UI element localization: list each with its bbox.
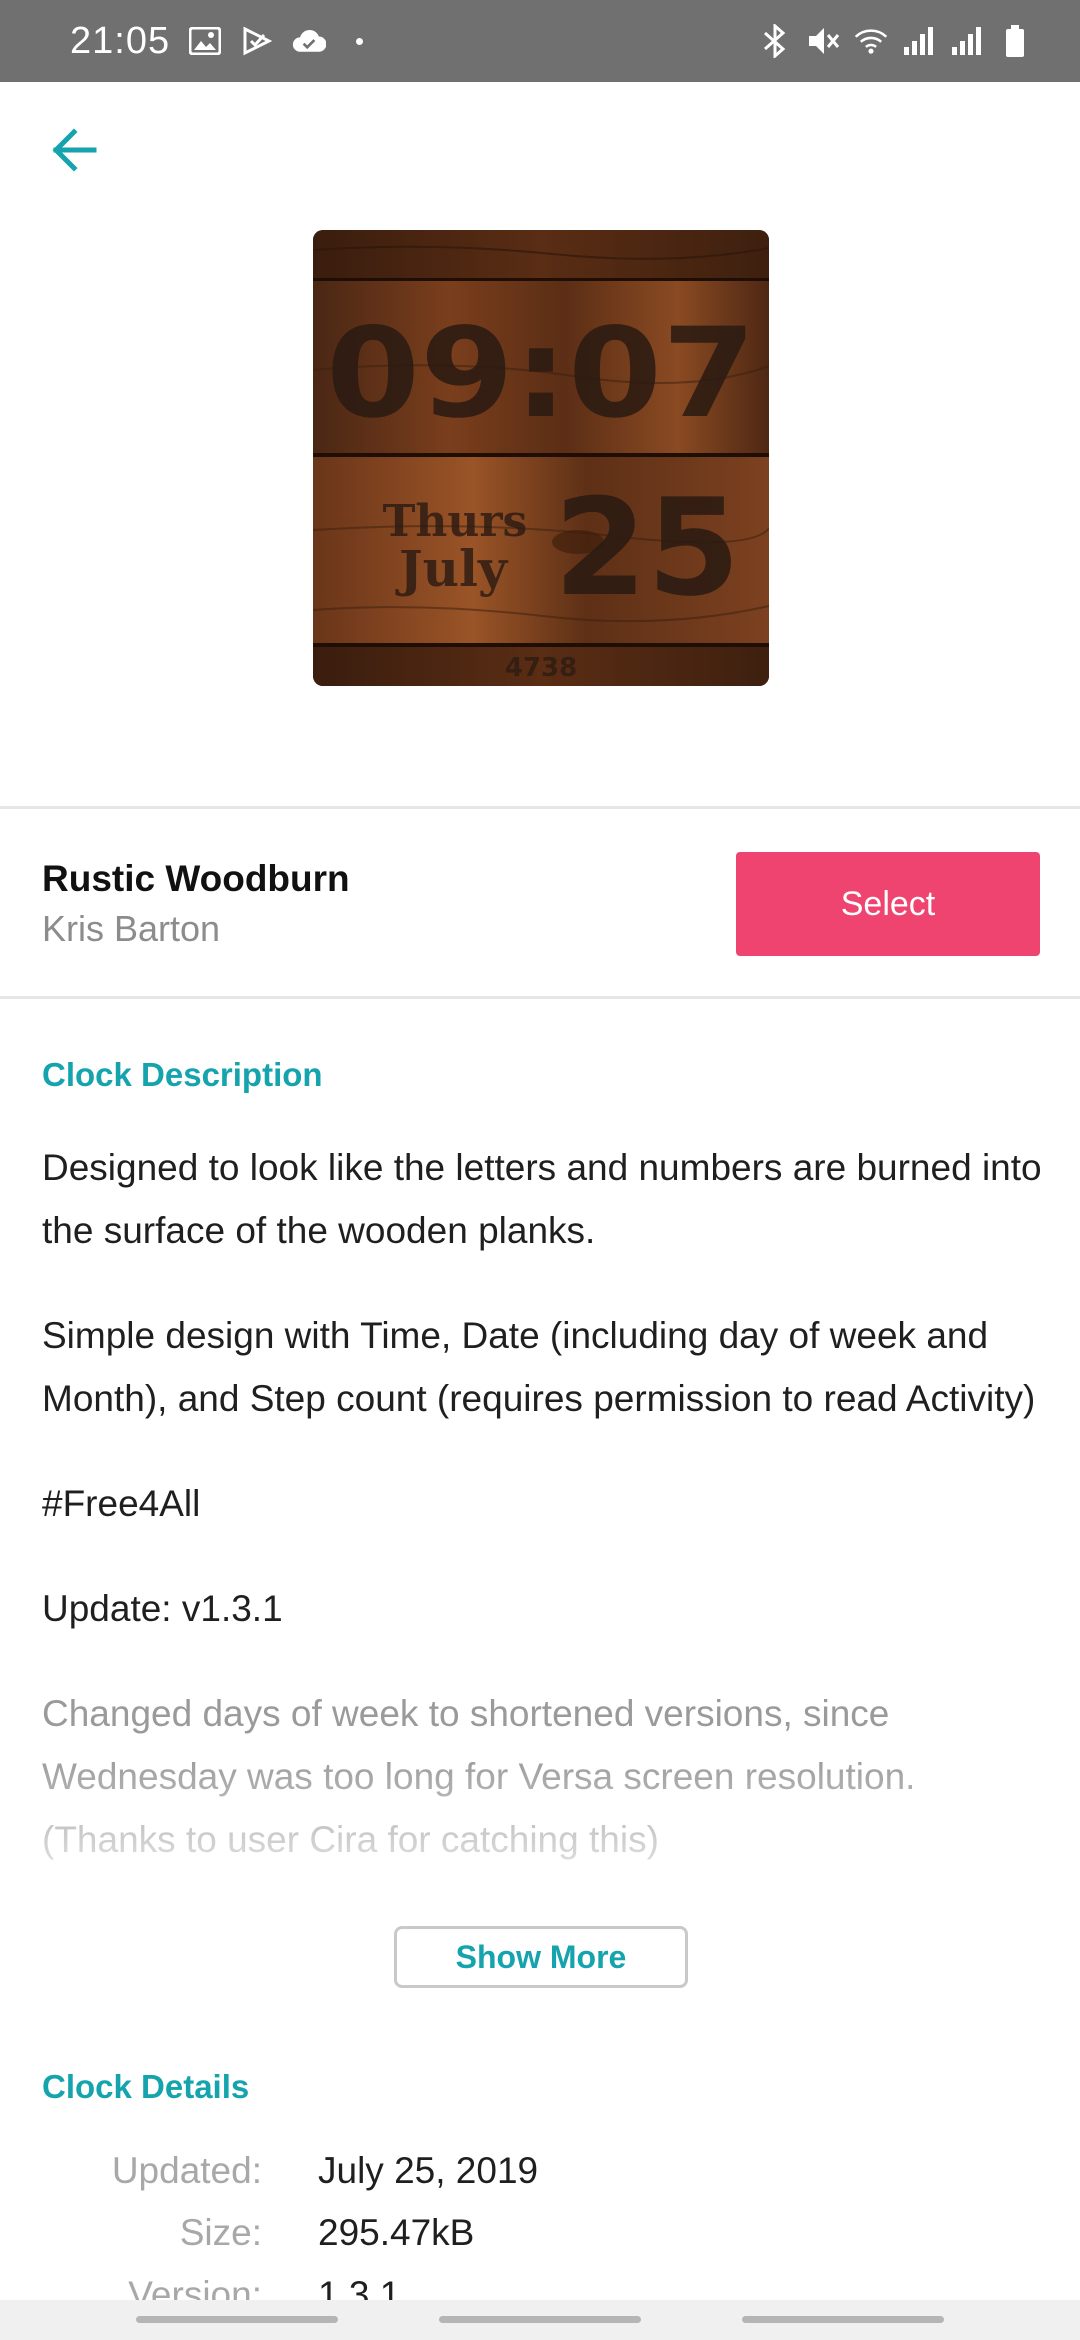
clock-author[interactable]: Kris Barton bbox=[42, 908, 220, 950]
status-right bbox=[758, 24, 1032, 58]
watchface-month: July bbox=[395, 539, 509, 598]
description-paragraph: Changed days of week to shortened versio… bbox=[42, 1693, 916, 1860]
clock-face-preview: 09:07 Thurs July 25 4738 bbox=[313, 230, 769, 686]
signal-icon bbox=[902, 24, 936, 58]
back-button[interactable] bbox=[42, 118, 106, 182]
description-text: Designed to look like the letters and nu… bbox=[42, 1136, 1042, 1916]
navigation-bar bbox=[0, 2300, 1080, 2340]
play-check-icon bbox=[240, 24, 274, 58]
detail-row-size: Size: 295.47kB bbox=[0, 2212, 1080, 2275]
watchface-date: 25 bbox=[554, 470, 740, 626]
watchface-steps: 4738 bbox=[505, 653, 577, 683]
cloud-check-icon bbox=[292, 24, 327, 58]
description-paragraph: #Free4All bbox=[42, 1483, 201, 1524]
status-time: 21:05 bbox=[70, 19, 171, 62]
description-paragraph: Simple design with Time, Date (including… bbox=[42, 1315, 1036, 1419]
wifi-icon bbox=[854, 24, 888, 58]
description-heading: Clock Description bbox=[42, 1056, 323, 1093]
status-left: 21:05 bbox=[70, 19, 364, 63]
gallery-icon bbox=[188, 24, 222, 58]
signal-roaming-icon bbox=[950, 24, 984, 58]
divider-top bbox=[0, 806, 1080, 809]
detail-label: Size: bbox=[179, 2212, 262, 2253]
detail-value: 295.47kB bbox=[318, 2212, 475, 2253]
select-button[interactable]: Select bbox=[736, 852, 1040, 956]
description-paragraph: Update: v1.3.1 bbox=[42, 1588, 283, 1629]
divider-bottom bbox=[0, 996, 1080, 999]
details-heading: Clock Details bbox=[42, 2068, 250, 2105]
nav-home-button[interactable] bbox=[439, 2316, 641, 2323]
clock-title: Rustic Woodburn bbox=[42, 858, 350, 899]
battery-icon bbox=[998, 24, 1032, 58]
detail-row-updated: Updated: July 25, 2019 bbox=[0, 2150, 1080, 2213]
description-paragraph: Designed to look like the letters and nu… bbox=[42, 1147, 1042, 1251]
detail-label: Updated: bbox=[111, 2150, 262, 2191]
nav-back-button[interactable] bbox=[742, 2316, 944, 2323]
bluetooth-icon bbox=[758, 24, 792, 58]
notification-dot bbox=[356, 37, 364, 45]
nav-recents-button[interactable] bbox=[136, 2316, 338, 2323]
watchface-time: 09:07 bbox=[326, 302, 756, 446]
status-bar: 21:05 bbox=[0, 0, 1080, 82]
show-more-button[interactable]: Show More bbox=[394, 1926, 688, 1988]
arrow-left-icon bbox=[52, 128, 97, 172]
mute-icon bbox=[806, 24, 840, 58]
detail-value: July 25, 2019 bbox=[318, 2150, 539, 2191]
